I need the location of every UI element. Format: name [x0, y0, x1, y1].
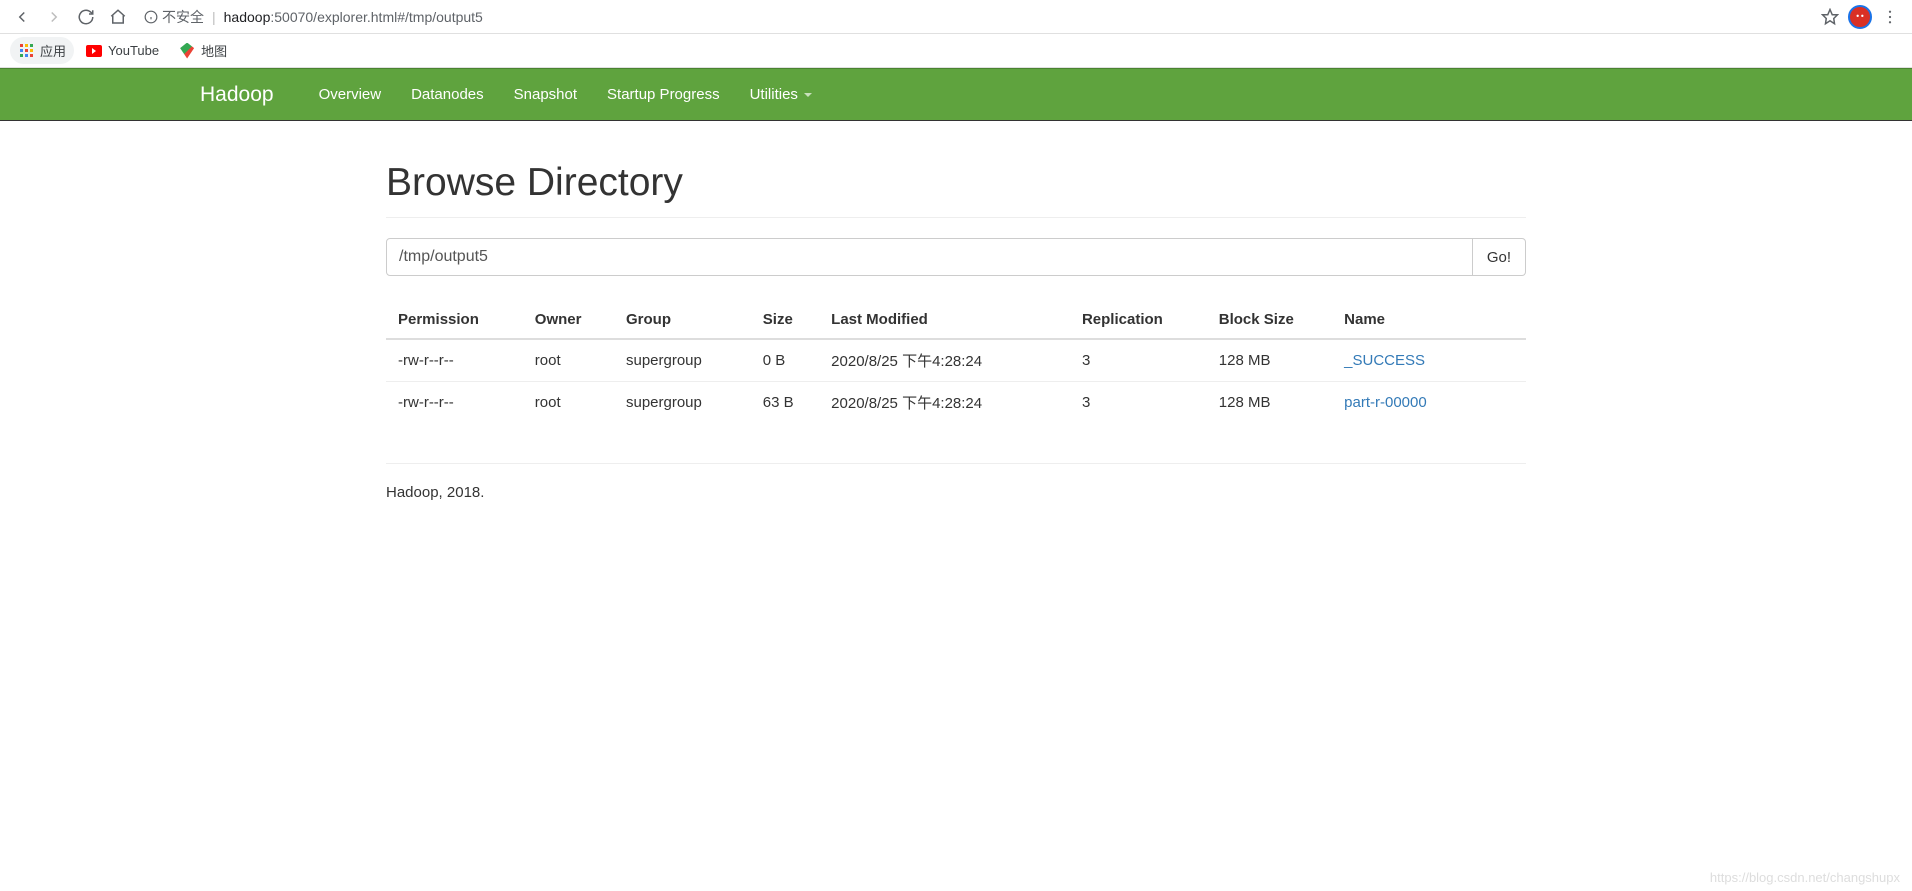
insecure-label: 不安全: [162, 7, 204, 27]
cell-owner: root: [523, 382, 614, 424]
nav-utilities-label: Utilities: [750, 86, 798, 103]
cell-size: 63 B: [751, 382, 819, 424]
bookmark-youtube-label: YouTube: [108, 43, 159, 58]
cell-owner: root: [523, 339, 614, 382]
bookmark-maps-label: 地图: [201, 41, 227, 60]
maps-icon: [179, 43, 195, 59]
cell-block-size: 128 MB: [1207, 339, 1332, 382]
file-link[interactable]: _SUCCESS: [1344, 352, 1425, 369]
table-row: -rw-r--r--rootsupergroup0 B2020/8/25 下午4…: [386, 339, 1526, 382]
th-permission: Permission: [386, 301, 523, 339]
table-header-row: Permission Owner Group Size Last Modifie…: [386, 301, 1526, 339]
browser-toolbar: 不安全 | hadoop:50070/explorer.html#/tmp/ou…: [0, 0, 1912, 34]
page-header: Browse Directory: [386, 161, 1526, 218]
cell-group: supergroup: [614, 339, 751, 382]
url-path: :50070/explorer.html#/tmp/output5: [270, 9, 482, 25]
menu-button[interactable]: [1876, 3, 1904, 31]
footer-text: Hadoop, 2018.: [386, 484, 1526, 501]
url-host: hadoop: [224, 9, 271, 25]
home-button[interactable]: [104, 3, 132, 31]
th-replication: Replication: [1070, 301, 1207, 339]
th-size: Size: [751, 301, 819, 339]
th-last-modified: Last Modified: [819, 301, 1070, 339]
nav-startup-progress[interactable]: Startup Progress: [592, 68, 735, 121]
go-button[interactable]: Go!: [1473, 238, 1526, 276]
reload-button[interactable]: [72, 3, 100, 31]
cell-replication: 3: [1070, 339, 1207, 382]
star-button[interactable]: [1816, 3, 1844, 31]
back-button[interactable]: [8, 3, 36, 31]
cell-permission: -rw-r--r--: [386, 382, 523, 424]
profile-avatar[interactable]: [1848, 5, 1872, 29]
th-owner: Owner: [523, 301, 614, 339]
th-block-size: Block Size: [1207, 301, 1332, 339]
bookmark-apps-label: 应用: [40, 41, 66, 60]
bookmarks-bar: 应用 YouTube 地图: [0, 34, 1912, 68]
apps-icon: [18, 43, 34, 59]
navbar-brand[interactable]: Hadoop: [200, 83, 274, 107]
bookmark-maps[interactable]: 地图: [171, 37, 235, 64]
cell-last-modified: 2020/8/25 下午4:28:24: [819, 339, 1070, 382]
cell-permission: -rw-r--r--: [386, 339, 523, 382]
watermark: https://blog.csdn.net/changshupx: [1710, 870, 1900, 885]
nav-datanodes[interactable]: Datanodes: [396, 68, 499, 121]
cell-last-modified: 2020/8/25 下午4:28:24: [819, 382, 1070, 424]
nav-snapshot[interactable]: Snapshot: [499, 68, 592, 121]
page-title: Browse Directory: [386, 161, 1526, 205]
bookmark-youtube[interactable]: YouTube: [78, 39, 167, 63]
forward-button[interactable]: [40, 3, 68, 31]
nav-overview[interactable]: Overview: [304, 68, 397, 121]
info-icon: [144, 10, 158, 24]
th-group: Group: [614, 301, 751, 339]
youtube-icon: [86, 43, 102, 59]
footer-divider: [386, 463, 1526, 464]
th-name: Name: [1332, 301, 1526, 339]
cell-name: _SUCCESS: [1332, 339, 1526, 382]
directory-table: Permission Owner Group Size Last Modifie…: [386, 301, 1526, 423]
address-bar[interactable]: 不安全 | hadoop:50070/explorer.html#/tmp/ou…: [144, 3, 1804, 31]
chevron-down-icon: [804, 93, 812, 97]
path-input-group: Go!: [386, 238, 1526, 276]
file-link[interactable]: part-r-00000: [1344, 394, 1427, 411]
cell-group: supergroup: [614, 382, 751, 424]
cell-size: 0 B: [751, 339, 819, 382]
bookmark-apps[interactable]: 应用: [10, 37, 74, 64]
hadoop-navbar: Hadoop Overview Datanodes Snapshot Start…: [0, 68, 1912, 121]
cell-replication: 3: [1070, 382, 1207, 424]
cell-name: part-r-00000: [1332, 382, 1526, 424]
table-row: -rw-r--r--rootsupergroup63 B2020/8/25 下午…: [386, 382, 1526, 424]
nav-utilities[interactable]: Utilities: [735, 68, 827, 121]
cell-block-size: 128 MB: [1207, 382, 1332, 424]
path-input[interactable]: [386, 238, 1473, 276]
